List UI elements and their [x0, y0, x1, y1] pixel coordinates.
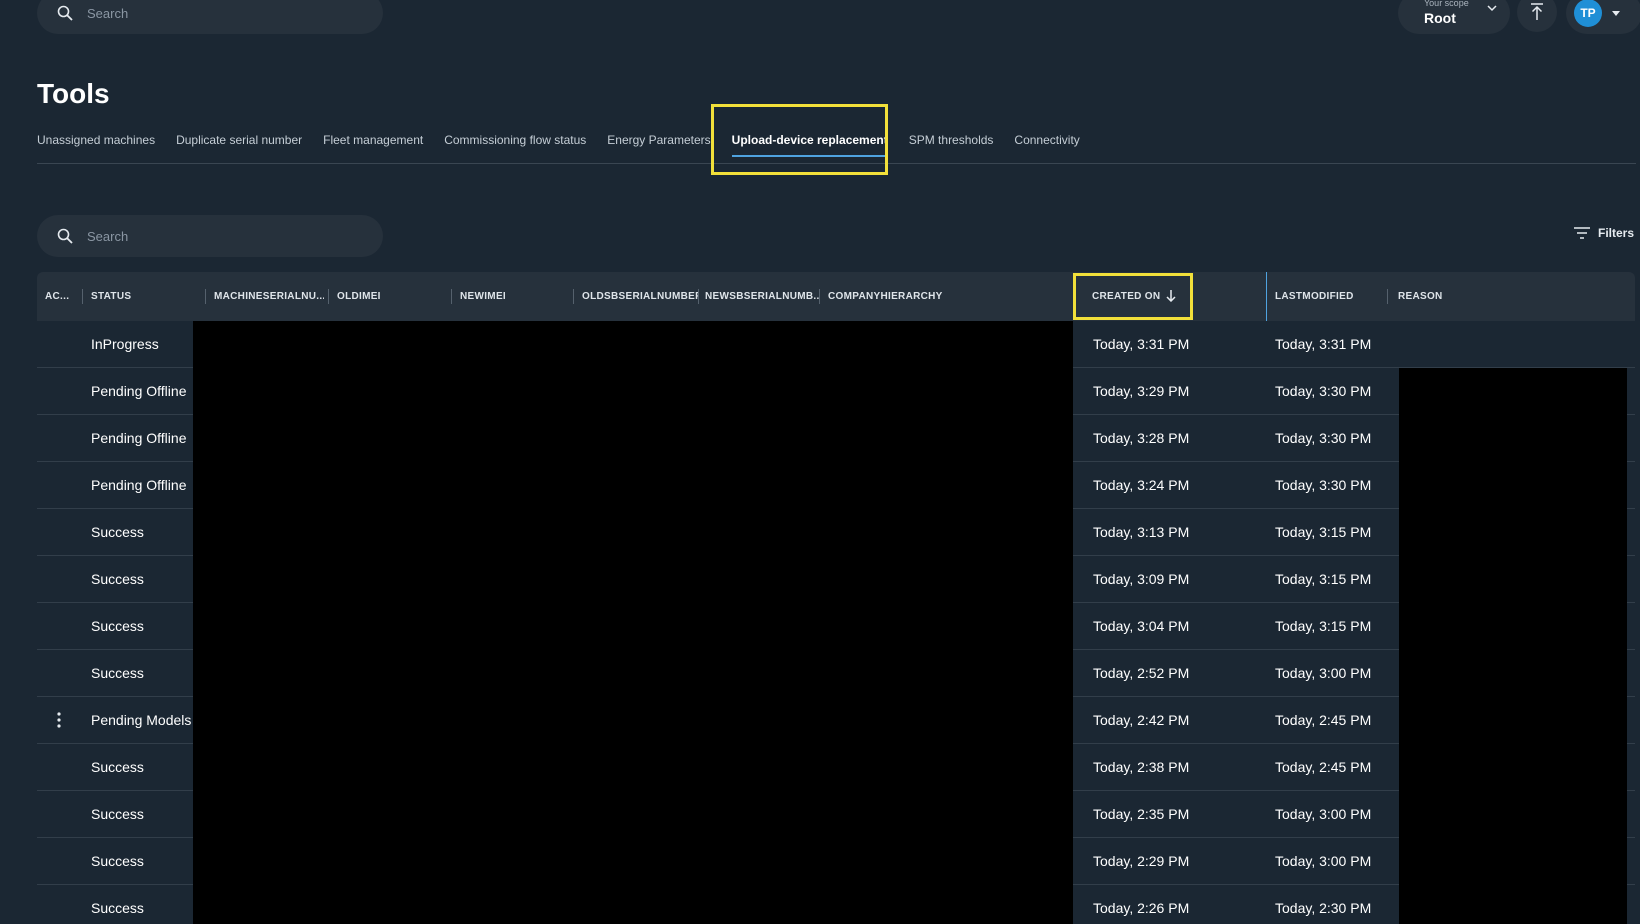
filters-button[interactable]: Filters: [1574, 226, 1634, 240]
column-header-status[interactable]: STATUS: [91, 272, 191, 321]
global-search[interactable]: [37, 0, 383, 34]
tab-commissioning-flow-status[interactable]: Commissioning flow status: [444, 118, 586, 164]
tab-bar: Unassigned machines Duplicate serial num…: [37, 118, 1636, 164]
tab-unassigned-machines[interactable]: Unassigned machines: [37, 118, 155, 164]
user-menu[interactable]: TP: [1566, 0, 1640, 34]
last-modified-cell: Today, 3:30 PM: [1275, 430, 1372, 446]
status-cell: Pending Models: [91, 712, 192, 728]
last-modified-cell: Today, 3:30 PM: [1275, 383, 1372, 399]
last-modified-cell: Today, 3:00 PM: [1275, 665, 1372, 681]
global-search-input[interactable]: [87, 5, 347, 21]
created-on-cell: Today, 2:52 PM: [1093, 665, 1190, 681]
filter-icon: [1574, 227, 1590, 239]
status-cell: Pending Offline: [91, 430, 187, 446]
column-divider[interactable]: [451, 289, 452, 304]
filters-label: Filters: [1598, 226, 1635, 240]
column-divider[interactable]: [82, 289, 83, 304]
tab-fleet-management[interactable]: Fleet management: [323, 118, 423, 164]
created-on-cell: Today, 2:35 PM: [1093, 806, 1190, 822]
scope-selector[interactable]: Your scope Root: [1398, 0, 1510, 34]
tab-connectivity[interactable]: Connectivity: [1014, 118, 1079, 164]
created-on-cell: Today, 2:38 PM: [1093, 759, 1190, 775]
created-on-cell: Today, 3:13 PM: [1093, 524, 1190, 540]
last-modified-cell: Today, 2:45 PM: [1275, 712, 1372, 728]
redacted-region: [193, 321, 1073, 924]
upload-icon: [1531, 3, 1543, 20]
column-divider[interactable]: [328, 289, 329, 304]
tab-duplicate-serial-number[interactable]: Duplicate serial number: [176, 118, 302, 164]
caret-down-icon: [1612, 10, 1620, 16]
column-header-reason[interactable]: REASON: [1398, 272, 1498, 321]
status-cell: Success: [91, 571, 144, 587]
status-cell: Success: [91, 759, 144, 775]
avatar: TP: [1574, 0, 1602, 27]
created-on-cell: Today, 2:26 PM: [1093, 900, 1190, 916]
last-modified-cell: Today, 3:30 PM: [1275, 477, 1372, 493]
redacted-region: [1399, 368, 1627, 924]
status-cell: InProgress: [91, 336, 159, 352]
last-modified-cell: Today, 3:15 PM: [1275, 524, 1372, 540]
column-header-created-on-label: CREATED ON: [1092, 291, 1161, 302]
created-on-cell: Today, 3:31 PM: [1093, 336, 1190, 352]
upload-button[interactable]: [1517, 0, 1557, 32]
last-modified-cell: Today, 3:00 PM: [1275, 806, 1372, 822]
table-search-input[interactable]: [87, 228, 347, 244]
column-header-old-imei[interactable]: OLDIMEI: [337, 272, 437, 321]
tab-energy-parameters[interactable]: Energy Parameters: [607, 118, 710, 164]
column-header-new-imei[interactable]: NEWIMEI: [460, 272, 560, 321]
column-header-company-hierarchy[interactable]: COMPANYHIERARCHY: [828, 272, 1028, 321]
status-cell: Success: [91, 853, 144, 869]
column-divider[interactable]: [573, 289, 574, 304]
created-on-cell: Today, 2:42 PM: [1093, 712, 1190, 728]
search-icon: [57, 5, 73, 21]
status-cell: Success: [91, 524, 144, 540]
tab-spm-thresholds[interactable]: SPM thresholds: [909, 118, 994, 164]
column-header-last-modified[interactable]: LASTMODIFIED: [1275, 272, 1385, 321]
last-modified-cell: Today, 3:15 PM: [1275, 618, 1372, 634]
last-modified-cell: Today, 3:00 PM: [1275, 853, 1372, 869]
last-modified-cell: Today, 2:30 PM: [1275, 900, 1372, 916]
column-header-new-sb-serial[interactable]: NEWSBSERIALNUMB...: [705, 272, 819, 321]
column-divider[interactable]: [819, 289, 820, 304]
created-on-cell: Today, 3:04 PM: [1093, 618, 1190, 634]
created-on-cell: Today, 3:24 PM: [1093, 477, 1190, 493]
status-cell: Success: [91, 806, 144, 822]
last-modified-cell: Today, 3:15 PM: [1275, 571, 1372, 587]
status-cell: Success: [91, 665, 144, 681]
last-modified-cell: Today, 2:45 PM: [1275, 759, 1372, 775]
column-resize-handle[interactable]: [1266, 272, 1267, 321]
status-cell: Pending Offline: [91, 383, 187, 399]
column-header-created-on[interactable]: CREATED ON: [1092, 272, 1212, 321]
status-cell: Success: [91, 618, 144, 634]
page-title: Tools: [37, 78, 110, 109]
chevron-down-icon: [1487, 5, 1497, 12]
column-divider[interactable]: [1387, 289, 1388, 304]
column-divider[interactable]: [205, 289, 206, 304]
column-header-actions[interactable]: AC...: [45, 272, 75, 321]
created-on-cell: Today, 3:29 PM: [1093, 383, 1190, 399]
search-icon: [57, 228, 73, 244]
arrow-down-icon: [1166, 290, 1176, 303]
kebab-icon[interactable]: [55, 711, 63, 729]
created-on-cell: Today, 2:29 PM: [1093, 853, 1190, 869]
tab-upload-device-replacement[interactable]: Upload-device replacement: [731, 118, 888, 164]
table-header: AC... STATUS MACHINESERIALNU... OLDIMEI …: [37, 272, 1635, 321]
created-on-cell: Today, 3:28 PM: [1093, 430, 1190, 446]
status-cell: Pending Offline: [91, 477, 187, 493]
column-header-machine-serial[interactable]: MACHINESERIALNU...: [214, 272, 324, 321]
status-cell: Success: [91, 900, 144, 916]
created-on-cell: Today, 3:09 PM: [1093, 571, 1190, 587]
table-search[interactable]: [37, 215, 383, 257]
last-modified-cell: Today, 3:31 PM: [1275, 336, 1372, 352]
column-divider[interactable]: [698, 289, 699, 304]
column-header-old-sb-serial[interactable]: OLDSBSERIALNUMBER: [582, 272, 698, 321]
